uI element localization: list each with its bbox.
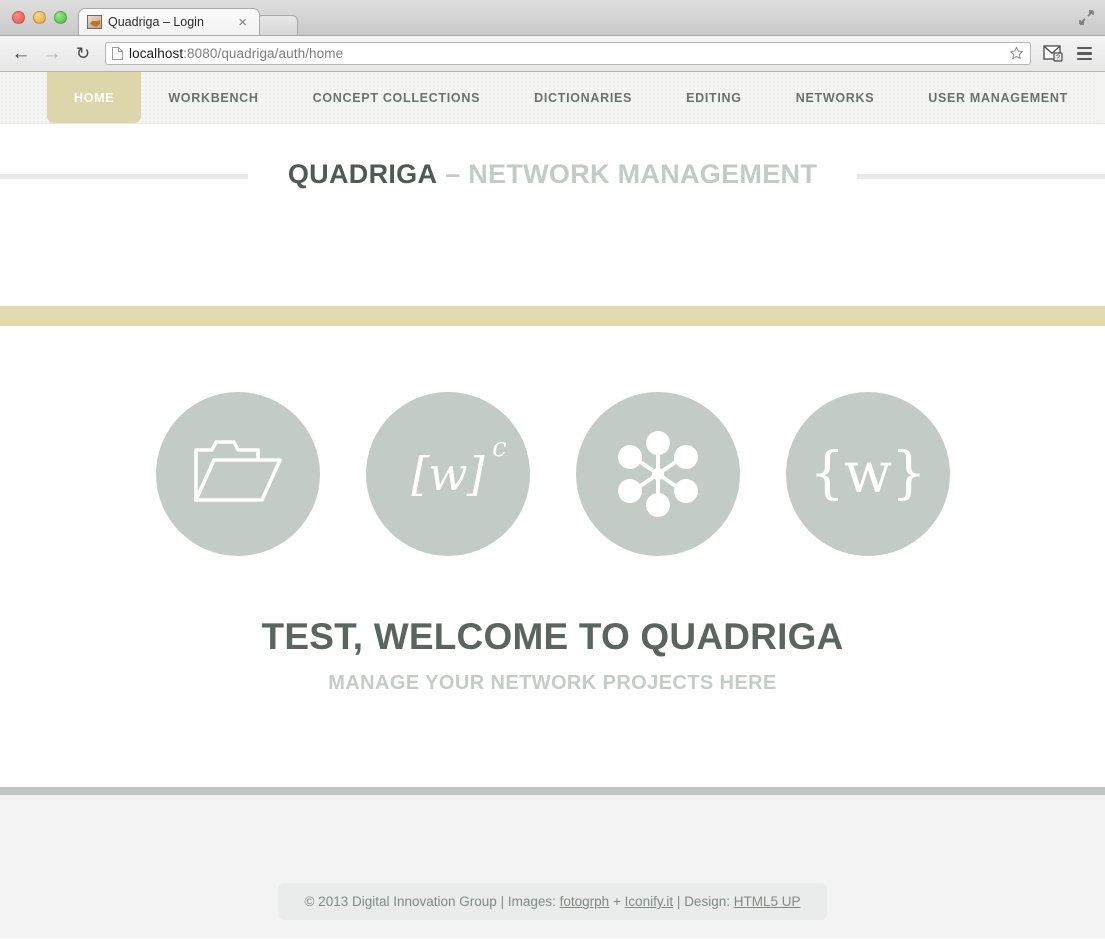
- brand-separator: –: [445, 159, 460, 189]
- hamburger-menu-icon[interactable]: [1073, 44, 1095, 64]
- browser-toolbar: ← → ↻ localhost:8080/quadriga/auth/home …: [0, 36, 1105, 72]
- tab-title: Quadriga – Login: [108, 15, 230, 29]
- gmail-icon[interactable]: ?: [1042, 44, 1064, 64]
- nav-item-logout[interactable]: LOGOUT: [1095, 72, 1105, 123]
- nav-item-dictionaries[interactable]: DICTIONARIES: [507, 72, 659, 123]
- bookmark-star-icon[interactable]: [1009, 46, 1024, 61]
- footer-design-label: Design:: [684, 894, 730, 909]
- svg-text:?: ?: [1056, 54, 1060, 61]
- page-footer: © 2013 Digital Innovation Group | Images…: [0, 795, 1105, 938]
- footer-sep-2: |: [677, 894, 681, 909]
- nav-item-user-management[interactable]: USER MANAGEMENT: [901, 72, 1095, 123]
- footer-plus: +: [613, 894, 621, 909]
- forward-button[interactable]: →: [41, 43, 63, 65]
- footer-divider-bar: [0, 787, 1105, 795]
- back-button[interactable]: ←: [10, 43, 32, 65]
- page-document-icon: [112, 47, 123, 60]
- nav-item-workbench[interactable]: WORKBENCH: [141, 72, 285, 123]
- welcome-subheading: MANAGE YOUR NETWORK PROJECTS HERE: [0, 672, 1105, 695]
- url-host: localhost: [129, 46, 183, 61]
- welcome-heading: TEST, WELCOME TO QUADRIGA: [0, 616, 1105, 658]
- page-title: QUADRIGA – NETWORK MANAGEMENT: [248, 159, 857, 190]
- page-title-band: QUADRIGA – NETWORK MANAGEMENT: [0, 124, 1105, 224]
- brand-name: QUADRIGA: [288, 159, 437, 189]
- dictionary-braces-icon: {w}: [809, 446, 925, 502]
- nav-item-home[interactable]: HOME: [47, 72, 141, 123]
- footer-copyright: © 2013 Digital Innovation Group: [304, 894, 496, 909]
- feature-concept-collections[interactable]: [w] c: [366, 392, 530, 556]
- close-window-button[interactable]: [12, 11, 25, 24]
- footer-sep-1: |: [501, 894, 505, 909]
- tab-strip: Quadriga – Login ×: [78, 8, 298, 35]
- feature-dictionaries[interactable]: {w}: [786, 392, 950, 556]
- url-text: localhost:8080/quadriga/auth/home: [129, 46, 343, 61]
- network-graph-icon: [610, 426, 706, 522]
- browser-tab[interactable]: Quadriga – Login ×: [78, 8, 260, 35]
- open-folder-icon: [190, 434, 286, 514]
- footer-credits: © 2013 Digital Innovation Group | Images…: [278, 883, 826, 920]
- reload-button[interactable]: ↻: [72, 43, 94, 65]
- feature-networks[interactable]: [576, 392, 740, 556]
- concept-collection-icon: [w]c: [411, 451, 483, 497]
- browser-window: Quadriga – Login × ← → ↻ localhost:8080/…: [0, 0, 1105, 939]
- wc-superscript: c: [492, 435, 506, 461]
- footer-link-html5up[interactable]: HTML5 UP: [734, 894, 801, 909]
- close-tab-icon[interactable]: ×: [234, 15, 251, 30]
- fullscreen-icon[interactable]: [1078, 9, 1095, 26]
- browser-titlebar: Quadriga – Login ×: [0, 0, 1105, 36]
- feature-icon-row: [w] c: [0, 392, 1105, 556]
- minimize-window-button[interactable]: [33, 11, 46, 24]
- nav-item-editing[interactable]: EDITING: [659, 72, 769, 123]
- zoom-window-button[interactable]: [54, 11, 67, 24]
- nav-item-concept-collections[interactable]: CONCEPT COLLECTIONS: [286, 72, 507, 123]
- window-controls[interactable]: [12, 11, 67, 24]
- feature-projects[interactable]: [156, 392, 320, 556]
- new-tab-button[interactable]: [256, 15, 298, 35]
- footer-link-iconify[interactable]: Iconify.it: [625, 894, 674, 909]
- quadriga-favicon-icon: [87, 15, 102, 29]
- footer-link-fotogrph[interactable]: fotogrph: [560, 894, 610, 909]
- site-navigation: HOME WORKBENCH CONCEPT COLLECTIONS DICTI…: [0, 72, 1105, 124]
- address-bar[interactable]: localhost:8080/quadriga/auth/home: [105, 42, 1031, 65]
- nav-item-networks[interactable]: NETWORKS: [769, 72, 902, 123]
- url-path: :8080/quadriga/auth/home: [183, 46, 343, 61]
- accent-band: [0, 306, 1105, 326]
- wc-base: [w]: [411, 447, 483, 501]
- brand-subtitle: NETWORK MANAGEMENT: [468, 159, 817, 189]
- page-viewport: HOME WORKBENCH CONCEPT COLLECTIONS DICTI…: [0, 72, 1105, 938]
- footer-images-label: Images:: [508, 894, 556, 909]
- welcome-section: TEST, WELCOME TO QUADRIGA MANAGE YOUR NE…: [0, 616, 1105, 695]
